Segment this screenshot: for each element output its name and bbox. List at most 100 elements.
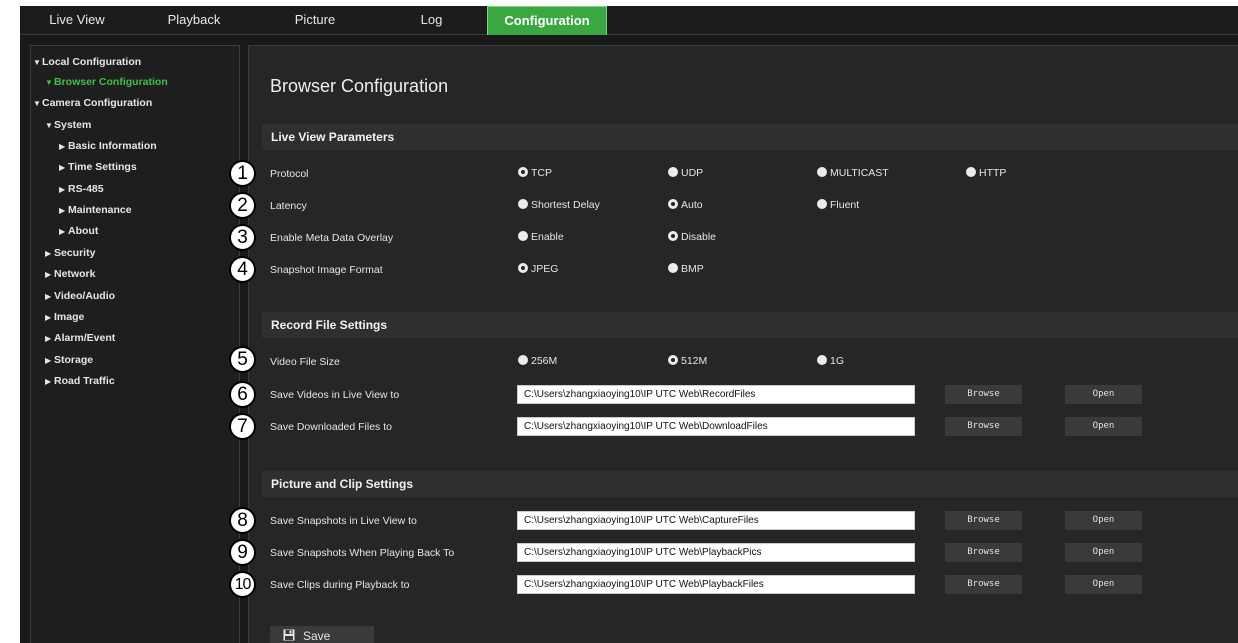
save-snapshots-live-label: Save Snapshots in Live View to bbox=[270, 515, 417, 527]
radio-protocol-udp[interactable]: UDP bbox=[668, 166, 703, 180]
caret-right-icon: ▶ bbox=[45, 249, 52, 258]
radio-latency-auto[interactable]: Auto bbox=[668, 198, 703, 212]
sidebar-item-rs-485[interactable]: ▶ RS-485 bbox=[59, 183, 104, 195]
tab-configuration[interactable]: Configuration bbox=[487, 6, 607, 35]
radio-protocol-http[interactable]: HTTP bbox=[966, 166, 1006, 180]
callout-8: 8 bbox=[229, 507, 256, 534]
video-file-size-label: Video File Size bbox=[270, 356, 340, 368]
radio-unselected-icon bbox=[668, 167, 678, 177]
caret-right-icon: ▶ bbox=[45, 356, 52, 365]
open-button[interactable]: Open bbox=[1065, 385, 1142, 404]
save-downloaded-path-input[interactable]: C:\Users\zhangxiaoying10\IP UTC Web\Down… bbox=[517, 417, 915, 436]
sidebar-item-alarm-event[interactable]: ▶ Alarm/Event bbox=[45, 332, 115, 344]
radio-unselected-icon bbox=[817, 355, 827, 365]
radio-latency-fluent[interactable]: Fluent bbox=[817, 198, 859, 212]
radio-selected-icon bbox=[668, 199, 678, 209]
caret-right-icon: ▶ bbox=[59, 163, 66, 172]
caret-right-icon: ▶ bbox=[59, 185, 66, 194]
sidebar-item-network[interactable]: ▶ Network bbox=[45, 268, 95, 280]
section-picture-clip-settings: Picture and Clip Settings bbox=[262, 471, 1238, 497]
snapshot-format-label: Snapshot Image Format bbox=[270, 264, 383, 276]
radio-unselected-icon bbox=[518, 199, 528, 209]
radio-format-bmp[interactable]: BMP bbox=[668, 262, 704, 276]
sidebar-item-browser-configuration[interactable]: ▼Browser Configuration bbox=[45, 76, 168, 88]
radio-selected-icon bbox=[668, 231, 678, 241]
radio-meta-enable[interactable]: Enable bbox=[518, 230, 564, 244]
caret-down-icon: ▼ bbox=[45, 78, 53, 87]
sidebar-item-image[interactable]: ▶ Image bbox=[45, 311, 84, 323]
open-button[interactable]: Open bbox=[1065, 417, 1142, 436]
radio-unselected-icon bbox=[966, 167, 976, 177]
section-record-file-settings: Record File Settings bbox=[262, 312, 1238, 338]
tab-playback[interactable]: Playback bbox=[134, 6, 254, 35]
radio-size-256m[interactable]: 256M bbox=[518, 354, 557, 368]
latency-label: Latency bbox=[270, 200, 307, 212]
browse-button[interactable]: Browse bbox=[945, 543, 1022, 562]
section-title: Picture and Clip Settings bbox=[271, 477, 414, 491]
save-clips-playback-path-input[interactable]: C:\Users\zhangxiaoying10\IP UTC Web\Play… bbox=[517, 575, 915, 594]
radio-format-jpeg[interactable]: JPEG bbox=[518, 262, 558, 276]
callout-10: 10 bbox=[229, 571, 256, 598]
floppy-disk-icon bbox=[283, 629, 295, 641]
radio-meta-disable[interactable]: Disable bbox=[668, 230, 716, 244]
sidebar-item-basic-information[interactable]: ▶ Basic Information bbox=[59, 140, 157, 152]
protocol-label: Protocol bbox=[270, 168, 309, 180]
callout-5: 5 bbox=[229, 346, 256, 373]
section-title: Record File Settings bbox=[271, 318, 388, 332]
callout-3: 3 bbox=[229, 224, 256, 251]
caret-right-icon: ▶ bbox=[45, 270, 52, 279]
save-downloaded-label: Save Downloaded Files to bbox=[270, 421, 392, 433]
tab-picture[interactable]: Picture bbox=[254, 6, 376, 35]
browse-button[interactable]: Browse bbox=[945, 417, 1022, 436]
sidebar bbox=[30, 45, 240, 643]
top-nav: Live View Playback Picture Log Configura… bbox=[20, 6, 1238, 35]
tab-log[interactable]: Log bbox=[376, 6, 487, 35]
sidebar-item-system[interactable]: ▼System bbox=[45, 119, 91, 131]
radio-size-512m[interactable]: 512M bbox=[668, 354, 707, 368]
caret-right-icon: ▶ bbox=[45, 292, 52, 301]
callout-2: 2 bbox=[229, 192, 256, 219]
callout-7: 7 bbox=[229, 413, 256, 440]
radio-selected-icon bbox=[518, 263, 528, 273]
radio-unselected-icon bbox=[817, 167, 827, 177]
open-button[interactable]: Open bbox=[1065, 575, 1142, 594]
callout-4: 4 bbox=[229, 256, 256, 283]
radio-unselected-icon bbox=[518, 355, 528, 365]
save-snapshots-playback-path-input[interactable]: C:\Users\zhangxiaoying10\IP UTC Web\Play… bbox=[517, 543, 915, 562]
sidebar-item-time-settings[interactable]: ▶ Time Settings bbox=[59, 161, 137, 173]
section-title: Live View Parameters bbox=[271, 130, 395, 144]
caret-right-icon: ▶ bbox=[45, 313, 52, 322]
radio-latency-shortest-delay[interactable]: Shortest Delay bbox=[518, 198, 600, 212]
callout-6: 6 bbox=[229, 381, 256, 408]
save-button-label: Save bbox=[303, 629, 331, 643]
sidebar-item-camera-configuration[interactable]: ▼Camera Configuration bbox=[33, 97, 152, 109]
tab-live-view[interactable]: Live View bbox=[20, 6, 134, 35]
sidebar-item-video-audio[interactable]: ▶ Video/Audio bbox=[45, 290, 115, 302]
sidebar-item-maintenance[interactable]: ▶ Maintenance bbox=[59, 204, 132, 216]
sidebar-item-about[interactable]: ▶ About bbox=[59, 225, 98, 237]
caret-down-icon: ▼ bbox=[33, 58, 41, 67]
radio-protocol-multicast[interactable]: MULTICAST bbox=[817, 166, 889, 180]
save-button[interactable]: Save bbox=[270, 626, 374, 643]
sidebar-item-local-configuration[interactable]: ▼Local Configuration bbox=[33, 56, 141, 68]
browse-button[interactable]: Browse bbox=[945, 575, 1022, 594]
sidebar-item-security[interactable]: ▶ Security bbox=[45, 247, 95, 259]
radio-protocol-tcp[interactable]: TCP bbox=[518, 166, 552, 180]
radio-unselected-icon bbox=[518, 231, 528, 241]
caret-right-icon: ▶ bbox=[59, 206, 66, 215]
save-live-videos-label: Save Videos in Live View to bbox=[270, 389, 400, 401]
section-live-view-parameters: Live View Parameters bbox=[262, 124, 1238, 150]
save-snapshots-playback-label: Save Snapshots When Playing Back To bbox=[270, 547, 455, 559]
browse-button[interactable]: Browse bbox=[945, 385, 1022, 404]
sidebar-item-storage[interactable]: ▶ Storage bbox=[45, 354, 93, 366]
caret-right-icon: ▶ bbox=[45, 334, 52, 343]
caret-down-icon: ▼ bbox=[33, 99, 41, 108]
open-button[interactable]: Open bbox=[1065, 543, 1142, 562]
browse-button[interactable]: Browse bbox=[945, 511, 1022, 530]
save-live-videos-path-input[interactable]: C:\Users\zhangxiaoying10\IP UTC Web\Reco… bbox=[517, 385, 915, 404]
page-title: Browser Configuration bbox=[270, 76, 449, 96]
save-snapshots-live-path-input[interactable]: C:\Users\zhangxiaoying10\IP UTC Web\Capt… bbox=[517, 511, 915, 530]
radio-size-1g[interactable]: 1G bbox=[817, 354, 844, 368]
open-button[interactable]: Open bbox=[1065, 511, 1142, 530]
sidebar-item-road-traffic[interactable]: ▶ Road Traffic bbox=[45, 375, 115, 387]
